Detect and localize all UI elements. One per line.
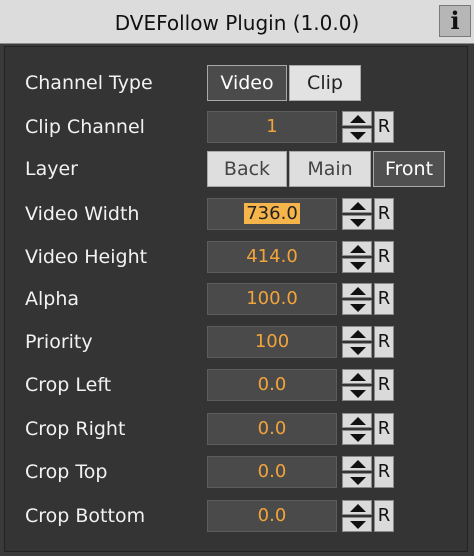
crop-bottom-reset-button[interactable]: R <box>374 500 394 532</box>
alpha-label: Alpha <box>25 288 80 310</box>
channel-type-label: Channel Type <box>25 72 153 94</box>
priority-reset-button[interactable]: R <box>374 326 394 358</box>
increment-button[interactable] <box>342 369 372 384</box>
crop-bottom-stepper[interactable] <box>342 500 372 532</box>
video-height-input[interactable]: 414.0 <box>207 241 337 273</box>
arrow-down-icon <box>350 304 366 312</box>
arrow-down-icon <box>350 132 366 140</box>
crop-right-label: Crop Right <box>25 418 126 440</box>
increment-button[interactable] <box>342 283 372 298</box>
arrow-up-icon <box>350 115 366 123</box>
arrow-down-icon <box>350 390 366 398</box>
arrow-up-icon <box>350 504 366 512</box>
crop-top-reset-button[interactable]: R <box>374 456 394 488</box>
increment-button[interactable] <box>342 326 372 341</box>
priority-input[interactable]: 100 <box>207 326 337 358</box>
increment-button[interactable] <box>342 241 372 256</box>
decrement-button[interactable] <box>342 215 372 230</box>
crop-left-reset-button[interactable]: R <box>374 369 394 401</box>
crop-left-stepper[interactable] <box>342 369 372 401</box>
crop-left-input[interactable]: 0.0 <box>207 369 337 401</box>
decrement-button[interactable] <box>342 258 372 273</box>
clip-channel-input[interactable]: 1 <box>207 111 337 143</box>
layer-back-button[interactable]: Back <box>207 151 287 187</box>
layer-main-button[interactable]: Main <box>289 151 371 187</box>
arrow-down-icon <box>350 434 366 442</box>
layer-front-button[interactable]: Front <box>373 151 445 187</box>
increment-button[interactable] <box>342 456 372 471</box>
arrow-up-icon <box>350 460 366 468</box>
arrow-down-icon <box>350 521 366 529</box>
plugin-title: DVEFollow Plugin (1.0.0) <box>114 11 360 35</box>
crop-bottom-input[interactable]: 0.0 <box>207 500 337 532</box>
decrement-button[interactable] <box>342 473 372 488</box>
alpha-reset-button[interactable]: R <box>374 283 394 315</box>
crop-right-reset-button[interactable]: R <box>374 413 394 445</box>
crop-top-label: Crop Top <box>25 461 108 483</box>
arrow-up-icon <box>350 330 366 338</box>
arrow-up-icon <box>350 202 366 210</box>
increment-button[interactable] <box>342 500 372 515</box>
crop-left-label: Crop Left <box>25 374 112 396</box>
video-width-label: Video Width <box>25 203 140 225</box>
video-width-reset-button[interactable]: R <box>374 198 394 230</box>
alpha-stepper[interactable] <box>342 283 372 315</box>
increment-button[interactable] <box>342 111 372 126</box>
crop-right-input[interactable]: 0.0 <box>207 413 337 445</box>
arrow-up-icon <box>350 373 366 381</box>
info-button[interactable]: i <box>439 5 471 37</box>
decrement-button[interactable] <box>342 430 372 445</box>
clip-channel-stepper[interactable] <box>342 111 372 143</box>
title-bar: DVEFollow Plugin (1.0.0) i <box>0 0 474 44</box>
increment-button[interactable] <box>342 198 372 213</box>
crop-top-input[interactable]: 0.0 <box>207 456 337 488</box>
crop-bottom-label: Crop Bottom <box>25 505 146 527</box>
decrement-button[interactable] <box>342 517 372 532</box>
video-width-input[interactable]: 736.0 <box>207 198 337 230</box>
priority-label: Priority <box>25 331 93 353</box>
arrow-down-icon <box>350 262 366 270</box>
video-height-label: Video Height <box>25 246 148 268</box>
decrement-button[interactable] <box>342 343 372 358</box>
arrow-up-icon <box>350 287 366 295</box>
increment-button[interactable] <box>342 413 372 428</box>
video-width-stepper[interactable] <box>342 198 372 230</box>
plugin-panel: DVEFollow Plugin (1.0.0) i Channel Type … <box>0 0 474 556</box>
clip-channel-label: Clip Channel <box>25 116 145 138</box>
arrow-down-icon <box>350 477 366 485</box>
decrement-button[interactable] <box>342 300 372 315</box>
video-height-stepper[interactable] <box>342 241 372 273</box>
priority-stepper[interactable] <box>342 326 372 358</box>
crop-top-stepper[interactable] <box>342 456 372 488</box>
arrow-down-icon <box>350 219 366 227</box>
arrow-up-icon <box>350 417 366 425</box>
clip-channel-reset-button[interactable]: R <box>374 111 394 143</box>
video-height-reset-button[interactable]: R <box>374 241 394 273</box>
arrow-up-icon <box>350 245 366 253</box>
layer-label: Layer <box>25 158 78 180</box>
decrement-button[interactable] <box>342 128 372 143</box>
arrow-down-icon <box>350 347 366 355</box>
decrement-button[interactable] <box>342 386 372 401</box>
channel-type-video-button[interactable]: Video <box>207 65 287 101</box>
channel-type-clip-button[interactable]: Clip <box>289 65 361 101</box>
crop-right-stepper[interactable] <box>342 413 372 445</box>
alpha-input[interactable]: 100.0 <box>207 283 337 315</box>
